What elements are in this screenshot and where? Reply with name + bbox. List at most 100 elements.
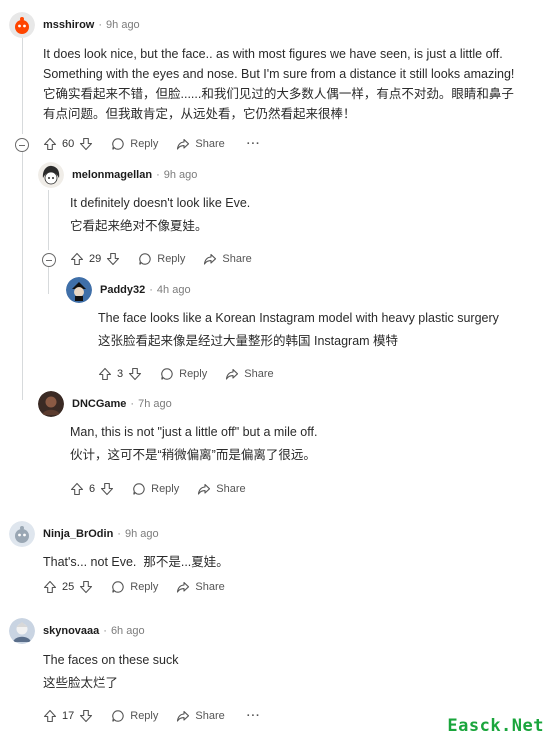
downvote-icon[interactable] bbox=[100, 482, 114, 496]
comment-actions: 6 Reply Share bbox=[70, 482, 246, 496]
reply-label: Reply bbox=[157, 253, 186, 265]
share-button[interactable]: Share bbox=[203, 252, 252, 266]
share-icon bbox=[203, 252, 217, 266]
upvote-icon[interactable] bbox=[43, 709, 57, 723]
vote-count: 25 bbox=[62, 581, 75, 593]
share-button[interactable]: Share bbox=[176, 137, 225, 151]
comment-actions: 25 Reply Share bbox=[43, 580, 225, 594]
reply-button[interactable]: Reply bbox=[111, 137, 158, 151]
comment-header: Paddy32 · 4h ago bbox=[66, 277, 191, 303]
collapse-icon[interactable] bbox=[42, 253, 56, 267]
vote-count: 29 bbox=[89, 253, 102, 265]
comment-header: melonmagellan · 9h ago bbox=[38, 162, 197, 188]
comment-body-zh: 它看起来绝对不像夏娃。 bbox=[70, 219, 208, 233]
downvote-icon[interactable] bbox=[128, 367, 142, 381]
share-icon bbox=[176, 709, 190, 723]
thread-line bbox=[48, 266, 49, 294]
share-button[interactable]: Share bbox=[225, 367, 274, 381]
downvote-icon[interactable] bbox=[79, 580, 93, 594]
comment-body-zh: 那不是...夏娃。 bbox=[143, 555, 229, 569]
reply-button[interactable]: Reply bbox=[160, 367, 207, 381]
avatar[interactable] bbox=[66, 277, 92, 303]
comment-timestamp: 9h ago bbox=[106, 19, 140, 31]
comment-author[interactable]: Paddy32 bbox=[100, 284, 145, 296]
separator: · bbox=[156, 169, 160, 181]
share-icon bbox=[176, 580, 190, 594]
comment-body: That's... not Eve. 那不是...夏娃。 bbox=[43, 552, 229, 572]
separator: · bbox=[103, 625, 107, 637]
comment-actions: 29 Reply Share bbox=[70, 252, 252, 266]
downvote-icon[interactable] bbox=[79, 137, 93, 151]
share-icon bbox=[176, 137, 190, 151]
share-button[interactable]: Share bbox=[197, 482, 246, 496]
site-watermark: Easck.Net bbox=[447, 716, 544, 736]
comment-body-en: It definitely doesn't look like Eve. bbox=[70, 196, 251, 210]
comment-timestamp: 4h ago bbox=[156, 284, 191, 296]
share-icon bbox=[225, 367, 239, 381]
upvote-icon[interactable] bbox=[70, 482, 84, 496]
avatar[interactable] bbox=[38, 162, 64, 188]
comment-body-zh: 这张脸看起来像是经过大量整形的韩国 Instagram 模特 bbox=[98, 334, 399, 348]
comment-body-en: The face looks like a Korean Instagram m… bbox=[98, 311, 499, 325]
share-button[interactable]: Share bbox=[176, 580, 225, 594]
separator: · bbox=[117, 528, 121, 540]
thread-line bbox=[22, 150, 23, 400]
comment-header: skynovaaa · 6h ago bbox=[9, 618, 145, 644]
share-label: Share bbox=[195, 581, 225, 593]
downvote-icon[interactable] bbox=[79, 709, 93, 723]
separator: · bbox=[149, 284, 153, 296]
more-options-button[interactable]: ··· bbox=[247, 710, 261, 722]
vote-count: 6 bbox=[89, 483, 96, 495]
separator: · bbox=[130, 398, 135, 410]
comment-author[interactable]: msshirow bbox=[43, 19, 94, 31]
vote-count: 17 bbox=[62, 710, 75, 722]
share-button[interactable]: Share bbox=[176, 709, 225, 723]
avatar[interactable] bbox=[9, 618, 35, 644]
upvote-icon[interactable] bbox=[43, 137, 57, 151]
reply-icon bbox=[160, 367, 174, 381]
reply-icon bbox=[111, 137, 125, 151]
comment-timestamp: 9h ago bbox=[163, 169, 198, 181]
reply-button[interactable]: Reply bbox=[132, 482, 179, 496]
avatar[interactable] bbox=[9, 521, 35, 547]
more-options-button[interactable]: ··· bbox=[247, 138, 261, 150]
upvote-icon[interactable] bbox=[98, 367, 112, 381]
thread-line bbox=[48, 190, 49, 250]
upvote-icon[interactable] bbox=[43, 580, 57, 594]
thread-line bbox=[22, 38, 23, 134]
comment-author[interactable]: melonmagellan bbox=[72, 169, 152, 181]
comment-header: msshirow · 9h ago bbox=[9, 12, 140, 38]
reply-icon bbox=[138, 252, 152, 266]
collapse-icon[interactable] bbox=[15, 138, 29, 152]
comment-body-zh: 伙计，这可不是“稍微偏离”而是偏离了很远。 bbox=[70, 448, 316, 462]
separator: · bbox=[98, 19, 103, 31]
reply-button[interactable]: Reply bbox=[111, 709, 158, 723]
avatar[interactable] bbox=[38, 391, 64, 417]
comment-body-zh: 这些脸太烂了 bbox=[43, 676, 119, 690]
comment-body-en: The faces on these suck bbox=[43, 653, 179, 667]
comment-author[interactable]: DNCGame bbox=[72, 398, 126, 410]
share-label: Share bbox=[222, 253, 252, 265]
comment-body-en: It does look nice, but the face.. as wit… bbox=[43, 47, 515, 81]
reply-button[interactable]: Reply bbox=[111, 580, 158, 594]
avatar[interactable] bbox=[9, 12, 35, 38]
reply-label: Reply bbox=[179, 368, 208, 380]
comment-actions: 17 Reply Share ··· bbox=[43, 709, 261, 723]
reply-label: Reply bbox=[151, 483, 180, 495]
share-label: Share bbox=[195, 138, 225, 150]
comment-body-en: That's... not Eve. bbox=[43, 555, 137, 569]
comment-timestamp: 9h ago bbox=[124, 528, 159, 540]
comment-author[interactable]: skynovaaa bbox=[43, 625, 99, 637]
share-label: Share bbox=[244, 368, 274, 380]
reply-icon bbox=[111, 580, 125, 594]
comment-body-zh: 它确实看起来不错，但脸......和我们见过的大多数人偶一样，有点不对劲。眼睛和… bbox=[43, 87, 514, 121]
reply-label: Reply bbox=[130, 138, 159, 150]
reply-button[interactable]: Reply bbox=[138, 252, 185, 266]
comment-body-en: Man, this is not "just a little off" but… bbox=[70, 425, 318, 439]
upvote-icon[interactable] bbox=[70, 252, 84, 266]
reply-icon bbox=[132, 482, 146, 496]
share-icon bbox=[197, 482, 211, 496]
downvote-icon[interactable] bbox=[106, 252, 120, 266]
comment-author[interactable]: Ninja_BrOdin bbox=[43, 528, 113, 540]
reply-label: Reply bbox=[130, 581, 159, 593]
